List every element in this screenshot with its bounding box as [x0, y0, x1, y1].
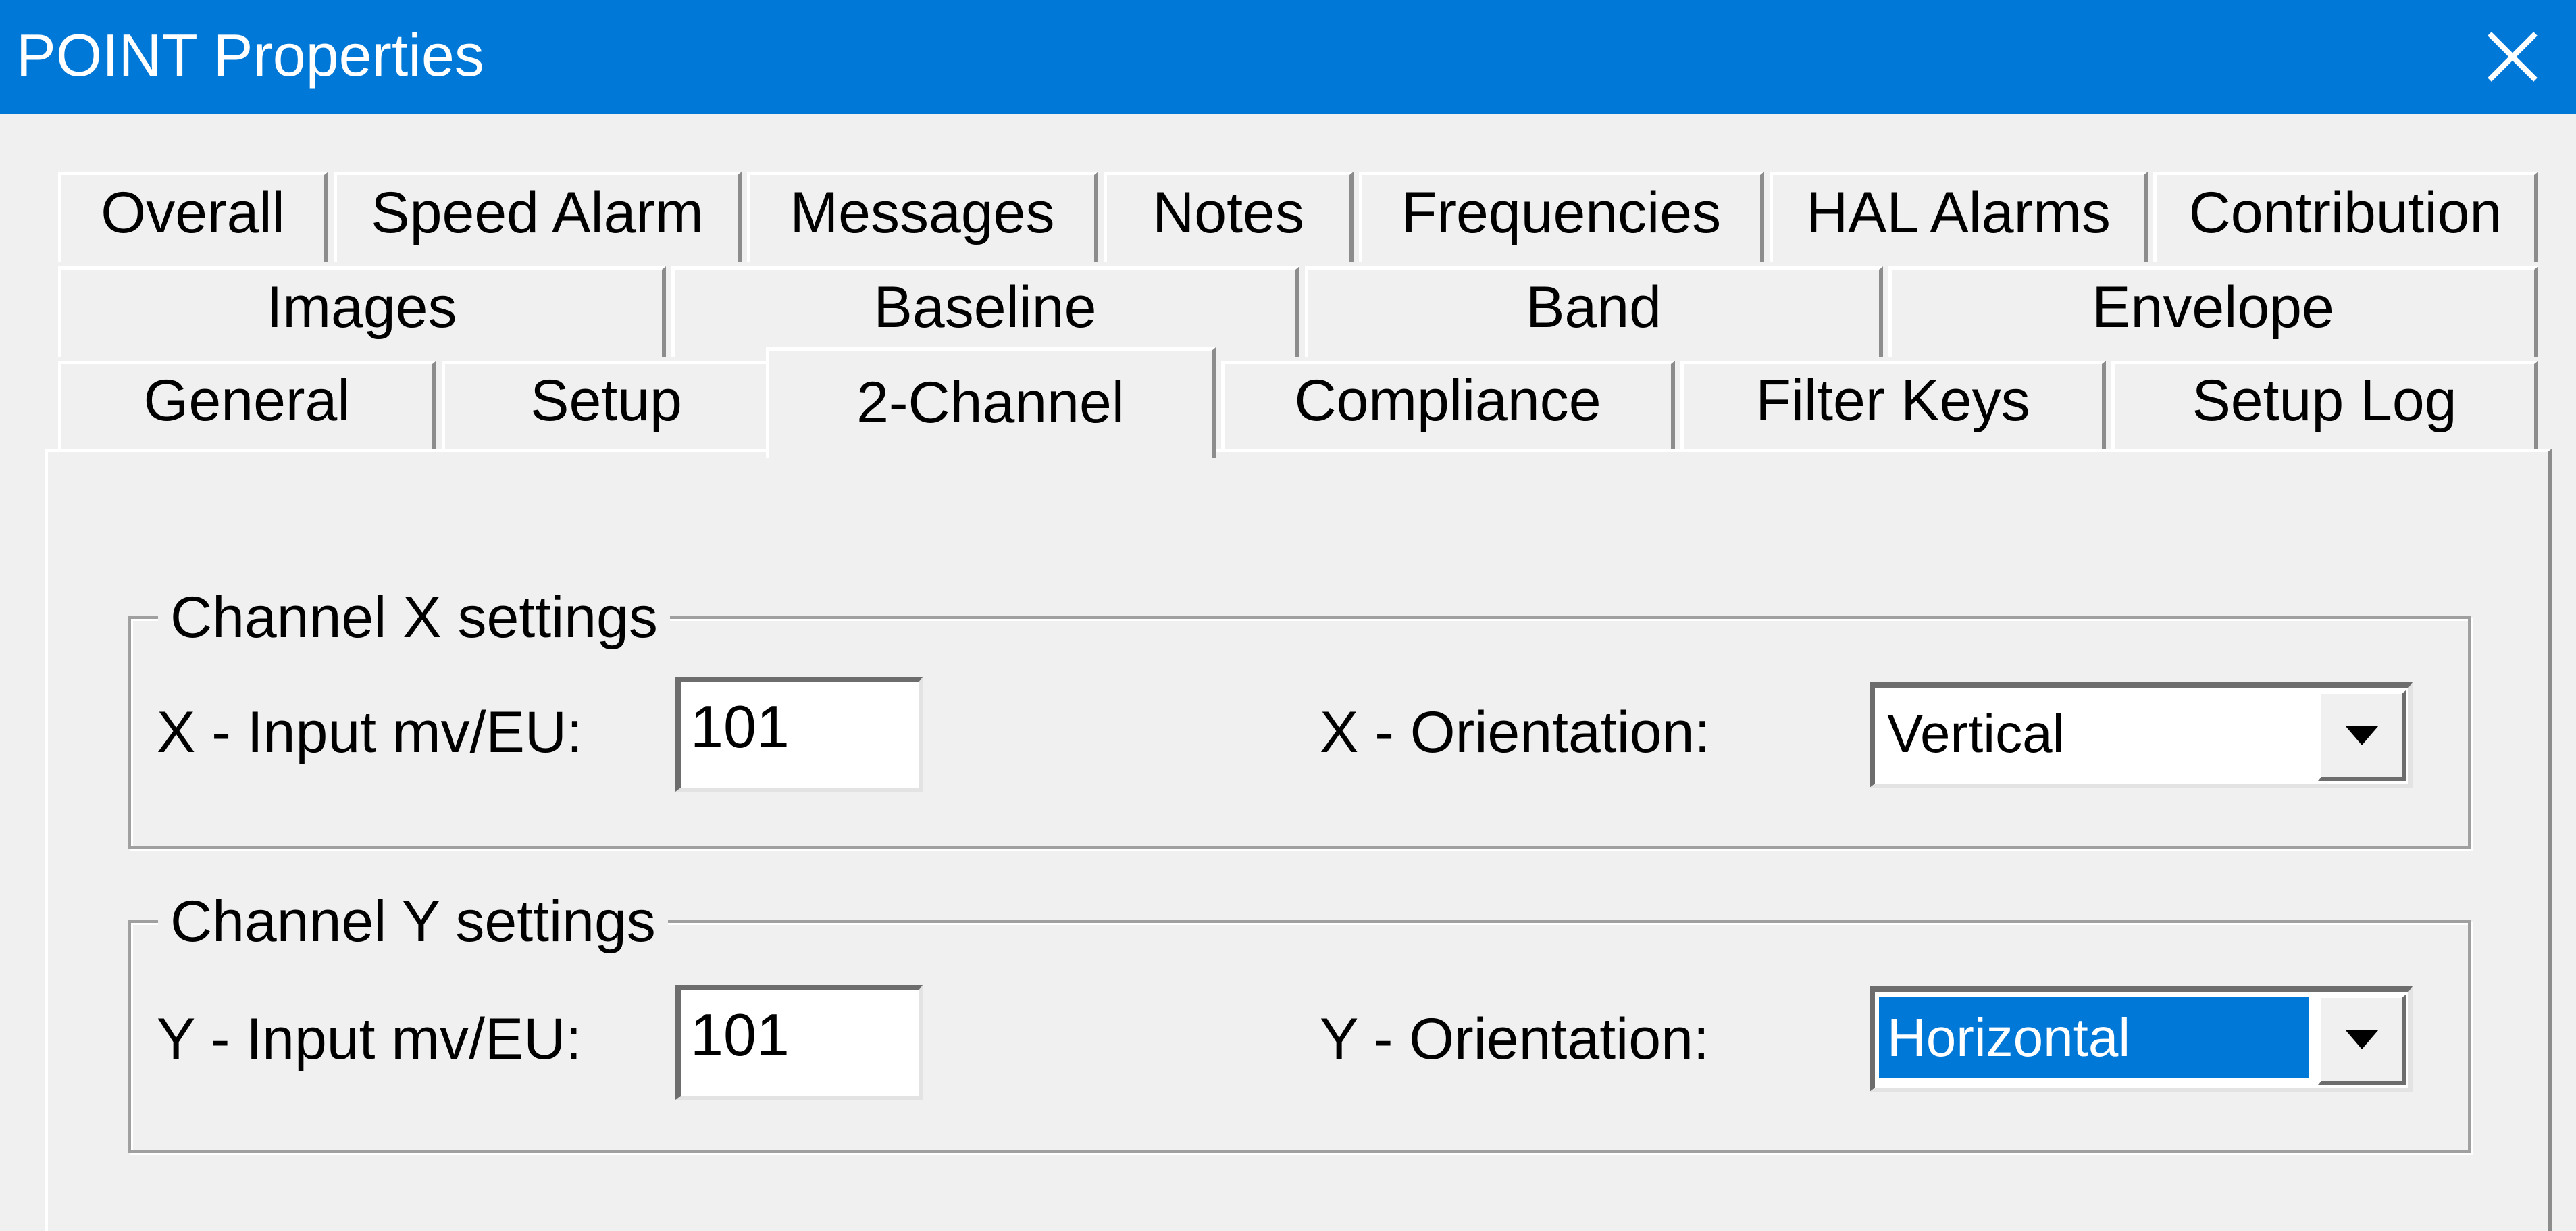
close-button[interactable] — [2472, 16, 2553, 97]
tab-label: Band — [1526, 275, 1661, 340]
x-orientation-label: X - Orientation: — [1320, 700, 1711, 765]
y-orientation-dropdown-button[interactable] — [2318, 995, 2406, 1085]
tab-speed-alarm[interactable]: Speed Alarm — [334, 172, 742, 262]
title-bar: POINT Properties — [0, 0, 2576, 114]
tab-contribution[interactable]: Contribution — [2153, 172, 2538, 262]
tab-label: Contribution — [2188, 180, 2502, 245]
tab-label: Speed Alarm — [371, 180, 704, 245]
tab-overall[interactable]: Overall — [58, 172, 328, 262]
y-input-field[interactable]: 101 — [675, 985, 923, 1100]
tab-label: Envelope — [2092, 275, 2334, 340]
close-icon — [2488, 32, 2538, 82]
y-orientation-select[interactable]: Horizontal — [1870, 986, 2413, 1092]
tab-label: HAL Alarms — [1806, 180, 2111, 245]
tab-label: Messages — [790, 180, 1055, 245]
y-input-label: Y - Input mv/EU: — [157, 1007, 582, 1072]
tab-panel-2-channel: Channel X settings X - Input mv/EU: 101 … — [45, 449, 2552, 1231]
tab-images[interactable]: Images — [58, 266, 666, 357]
tab-messages[interactable]: Messages — [747, 172, 1098, 262]
tab-label: Frequencies — [1401, 180, 1722, 245]
window-title: POINT Properties — [16, 22, 484, 89]
tab-baseline[interactable]: Baseline — [671, 266, 1299, 357]
tab-label: Notes — [1152, 180, 1304, 245]
tab-frequencies[interactable]: Frequencies — [1359, 172, 1764, 262]
tab-envelope[interactable]: Envelope — [1888, 266, 2538, 357]
tab-compliance[interactable]: Compliance — [1221, 361, 1675, 449]
tab-label: Overall — [101, 180, 285, 245]
x-orientation-select[interactable]: Vertical — [1870, 682, 2413, 788]
tab-setup[interactable]: Setup — [442, 361, 771, 449]
y-orientation-label: Y - Orientation: — [1320, 1007, 1709, 1072]
tab-filter-keys[interactable]: Filter Keys — [1680, 361, 2106, 449]
tab-label: Baseline — [873, 275, 1097, 340]
channel-y-group: Channel Y settings Y - Input mv/EU: 101 … — [128, 881, 2471, 1153]
y-orientation-value: Horizontal — [1879, 997, 2309, 1078]
x-orientation-dropdown-button[interactable] — [2318, 690, 2406, 781]
chevron-down-icon — [2346, 726, 2378, 745]
tab-2-channel[interactable]: 2-Channel — [766, 347, 1216, 458]
channel-x-group: Channel X settings X - Input mv/EU: 101 … — [128, 577, 2471, 849]
tab-label: Setup — [530, 368, 682, 433]
channel-y-legend: Channel Y settings — [158, 881, 668, 962]
tab-setup-log[interactable]: Setup Log — [2111, 361, 2538, 449]
chevron-down-icon — [2346, 1030, 2378, 1049]
channel-x-legend: Channel X settings — [158, 577, 670, 658]
x-input-field[interactable]: 101 — [675, 677, 923, 792]
tab-label: Setup Log — [2192, 368, 2457, 433]
x-orientation-value: Vertical — [1887, 703, 2065, 763]
tab-hal-alarms[interactable]: HAL Alarms — [1770, 172, 2148, 262]
tab-general[interactable]: General — [58, 361, 436, 449]
x-input-label: X - Input mv/EU: — [157, 700, 583, 765]
tab-label: General — [143, 368, 351, 433]
tab-label: Compliance — [1294, 368, 1601, 433]
tab-label: Images — [266, 275, 457, 340]
tab-label: Filter Keys — [1755, 368, 2030, 433]
tab-notes[interactable]: Notes — [1104, 172, 1354, 262]
tab-label: 2-Channel — [856, 370, 1125, 435]
tab-band[interactable]: Band — [1305, 266, 1883, 357]
